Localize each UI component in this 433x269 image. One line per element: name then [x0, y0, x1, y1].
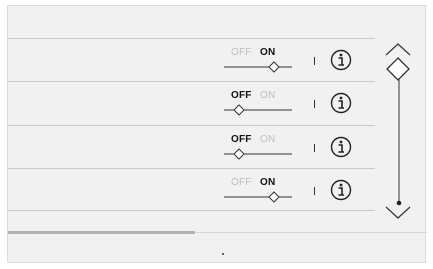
toggle-on-label: ON: [260, 47, 276, 58]
toggle-knob-icon: [233, 148, 245, 160]
page-indicator-dot: [222, 253, 224, 255]
info-circle-icon[interactable]: [329, 135, 353, 159]
toggle-row: OFF ON: [8, 168, 375, 211]
toggle-knob-icon: [233, 104, 245, 116]
on-off-toggle[interactable]: OFF ON: [224, 90, 294, 118]
settings-panel: OFF ON OFF ON OFF ON OFF ON: [7, 5, 427, 263]
horizontal-scrollbar-thumb[interactable]: [8, 231, 195, 234]
chevron-down-icon[interactable]: [383, 204, 413, 222]
panel-header: [8, 6, 425, 38]
info-circle-icon[interactable]: [329, 178, 353, 202]
toggle-off-label: OFF: [231, 134, 252, 145]
toggle-row: OFF ON: [8, 81, 375, 124]
toggle-off-label: OFF: [231, 90, 252, 101]
on-off-toggle[interactable]: OFF ON: [224, 177, 294, 205]
toggle-off-label: OFF: [231, 177, 252, 188]
toggle-knob-icon: [268, 61, 280, 73]
separator-tick: [314, 57, 315, 65]
toggle-row: OFF ON: [8, 125, 375, 168]
separator-tick: [314, 100, 315, 108]
toggle-row: OFF ON: [8, 38, 375, 81]
on-off-toggle[interactable]: OFF ON: [224, 47, 294, 75]
toggle-on-label: ON: [260, 134, 276, 145]
separator-tick: [314, 144, 315, 152]
toggle-slider[interactable]: [224, 147, 294, 161]
separator-tick: [314, 187, 315, 195]
vertical-scrollbar[interactable]: [375, 38, 425, 224]
toggle-on-label: ON: [260, 177, 276, 188]
on-off-toggle[interactable]: OFF ON: [224, 134, 294, 162]
toggle-off-label: OFF: [231, 47, 252, 58]
toggle-slider[interactable]: [224, 60, 294, 74]
toggle-slider[interactable]: [224, 190, 294, 204]
toggle-on-label: ON: [260, 90, 276, 101]
info-circle-icon[interactable]: [329, 48, 353, 72]
horizontal-scrollbar-track[interactable]: [195, 232, 427, 233]
toggle-knob-icon: [268, 191, 280, 203]
toggle-slider[interactable]: [224, 103, 294, 117]
scroll-track[interactable]: [396, 78, 402, 208]
info-circle-icon[interactable]: [329, 91, 353, 115]
